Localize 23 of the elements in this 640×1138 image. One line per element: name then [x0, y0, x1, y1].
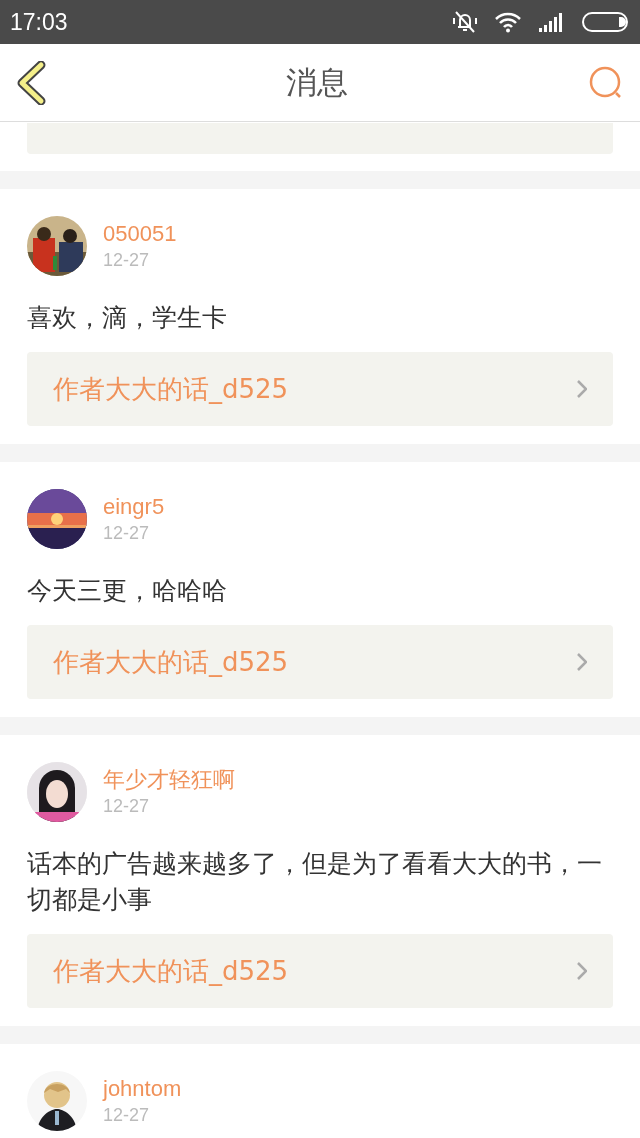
link-row[interactable]: 作者大大的话_d525: [27, 352, 613, 426]
link-row[interactable]: 作者大大的话_d525: [27, 934, 613, 1008]
user-name[interactable]: 年少才轻狂啊: [103, 766, 235, 794]
chevron-icon: [577, 653, 587, 671]
clock-time: 17:03: [10, 7, 68, 37]
page-title: 消息: [286, 63, 348, 103]
user-name[interactable]: eingr5: [103, 493, 165, 521]
chevron-icon: [577, 380, 587, 398]
message-date: 12-27: [103, 795, 151, 818]
message-date: 12-27: [103, 249, 151, 272]
wifi-icon: [494, 11, 522, 33]
message-text: 今天三更，哈哈哈: [27, 575, 228, 607]
message-text: 喜欢，滴，学生卡: [27, 302, 228, 334]
mute-icon: [452, 10, 478, 34]
back-icon[interactable]: [16, 60, 46, 105]
message-date: 12-27: [103, 522, 151, 545]
battery-icon: [582, 11, 630, 33]
chevron-icon: [577, 962, 587, 980]
user-name[interactable]: 050051: [103, 220, 177, 248]
message-date: 12-27: [103, 1104, 151, 1127]
user-name[interactable]: johntom: [103, 1075, 182, 1103]
message-text: 话本的广告越来越多了，但是为了看看大大的书，一切都是小事: [27, 848, 603, 916]
link-row[interactable]: 作者大大的话_d525: [27, 625, 613, 699]
